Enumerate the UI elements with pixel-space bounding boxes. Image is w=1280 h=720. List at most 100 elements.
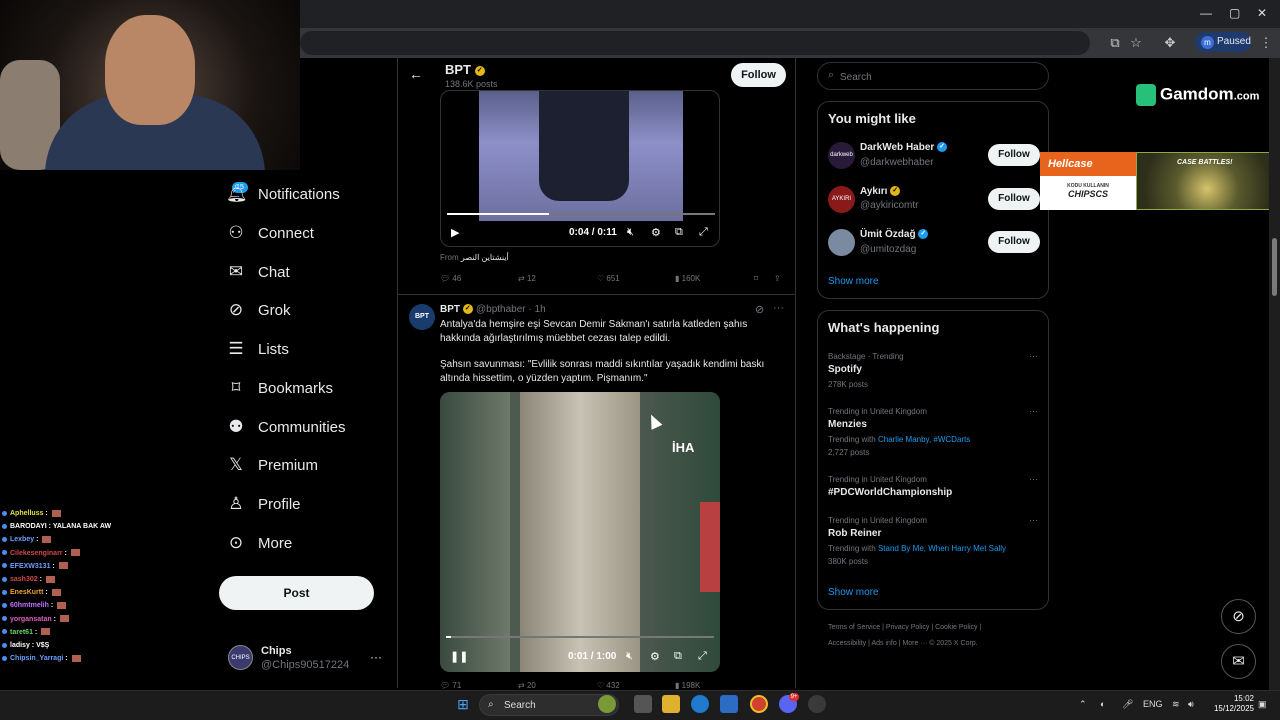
- app-icon[interactable]: [808, 695, 826, 713]
- store-icon[interactable]: [720, 695, 738, 713]
- pip-icon[interactable]: ⧉: [674, 650, 682, 663]
- settings-icon[interactable]: ⚙: [651, 226, 661, 239]
- volume-icon[interactable]: 🔊︎: [1188, 699, 1194, 710]
- mute-icon[interactable]: 🔇︎: [626, 650, 633, 663]
- footer-links[interactable]: Terms of Service | Privacy Policy | Cook…: [828, 624, 981, 631]
- close-window-button[interactable]: ✕: [1257, 6, 1267, 20]
- search-box[interactable]: ⌕: [817, 62, 1049, 90]
- chrome-icon[interactable]: [750, 695, 768, 713]
- bookmark-icon[interactable]: ⌑: [754, 274, 758, 283]
- fullscreen-icon[interactable]: ⤢: [698, 650, 707, 663]
- like-button[interactable]: ♡ 651: [597, 274, 620, 283]
- extensions-icon[interactable]: ✥: [1162, 35, 1178, 51]
- list-icon: ☰: [228, 339, 244, 358]
- messages-fab-icon[interactable]: ✉: [1221, 644, 1256, 679]
- trend-more-icon[interactable]: ···: [1029, 351, 1038, 361]
- settings-icon[interactable]: ⚙: [650, 650, 660, 663]
- suggestion-avatar[interactable]: darkweb: [828, 142, 855, 169]
- fullscreen-icon[interactable]: ⤢: [699, 226, 708, 239]
- views-button[interactable]: ▮ 198K: [675, 681, 700, 690]
- maximize-button[interactable]: ▢: [1229, 6, 1240, 20]
- mute-icon[interactable]: 🔇︎: [627, 226, 634, 239]
- edge-icon[interactable]: [691, 695, 709, 713]
- task-view-icon[interactable]: [634, 695, 652, 713]
- minimize-button[interactable]: —: [1200, 6, 1212, 20]
- system-clock[interactable]: 15:02 15/12/2025: [1206, 694, 1254, 714]
- nav-more[interactable]: ⊙ More: [226, 531, 292, 555]
- header-follow-button[interactable]: Follow: [731, 63, 786, 87]
- account-name[interactable]: Chips: [261, 645, 292, 657]
- follow-button[interactable]: Follow: [988, 188, 1040, 210]
- nav-communities[interactable]: ⚉ Communities: [226, 415, 345, 439]
- video-progress-bar[interactable]: [446, 636, 714, 638]
- profile-button[interactable]: m Paused: [1195, 32, 1251, 52]
- tweet-more-icon[interactable]: ···: [773, 302, 784, 314]
- nav-lists[interactable]: ☰ Lists: [226, 337, 288, 361]
- notifications-center-icon[interactable]: ▣: [1258, 699, 1267, 710]
- wifi-icon[interactable]: ≋: [1172, 699, 1180, 710]
- show-more-link[interactable]: Show more: [828, 276, 879, 287]
- tweet2-video[interactable]: İHA ❚❚ 0:01 / 1:00 🔇︎ ⚙ ⧉ ⤢: [440, 392, 720, 672]
- trend-with-links[interactable]: Stand By Me, When Harry Met Sally: [878, 544, 1006, 553]
- tray-discord-icon[interactable]: ◐: [1100, 699, 1105, 709]
- back-arrow-icon[interactable]: ←: [409, 66, 423, 82]
- reply-button[interactable]: 💬︎ 71: [440, 681, 461, 690]
- account-more-icon[interactable]: ···: [370, 650, 382, 664]
- repost-button[interactable]: ⇄ 20: [518, 681, 536, 690]
- microphone-icon[interactable]: 🎤︎: [1122, 699, 1133, 710]
- share-icon[interactable]: ⇪: [774, 274, 781, 283]
- trend-item[interactable]: Trending in United Kingdom Rob Reiner Tr…: [828, 515, 1040, 568]
- play-icon[interactable]: ▶: [451, 226, 459, 239]
- tweet2-avatar[interactable]: BPT: [409, 304, 435, 330]
- suggestion-avatar[interactable]: AYKIRI: [828, 186, 855, 213]
- windows-start-icon[interactable]: ⊞: [454, 695, 472, 713]
- trend-item[interactable]: Trending in United Kingdom #PDCWorldCham…: [828, 474, 1040, 501]
- weather-icon[interactable]: [598, 695, 616, 713]
- grok-fab-icon[interactable]: ⊘: [1221, 599, 1256, 634]
- pip-icon[interactable]: ⧉: [675, 226, 683, 239]
- account-avatar[interactable]: CHIPS: [228, 645, 253, 670]
- pause-icon[interactable]: ❚❚: [450, 650, 468, 663]
- follow-button[interactable]: Follow: [988, 144, 1040, 166]
- star-bookmark-icon[interactable]: ☆: [1128, 35, 1144, 51]
- reply-button[interactable]: 💬︎ 46: [440, 274, 461, 283]
- scrollbar-thumb[interactable]: [1272, 238, 1277, 296]
- trend-item[interactable]: Trending in United Kingdom Menzies Trend…: [828, 406, 1040, 459]
- post-button[interactable]: Post: [219, 576, 374, 610]
- tweet1-video[interactable]: ▶ 0:04 / 0:11 🔇︎ ⚙ ⧉ ⤢: [440, 90, 720, 247]
- suggestion-name[interactable]: Aykırı ✓: [860, 186, 901, 197]
- follow-button[interactable]: Follow: [988, 231, 1040, 253]
- from-source[interactable]: أينشتاين النصر: [461, 253, 509, 262]
- suggestion-name[interactable]: Ümit Özdağ ✓: [860, 229, 929, 240]
- chrome-menu-icon[interactable]: ⋮: [1258, 35, 1274, 51]
- trend-more-icon[interactable]: ···: [1029, 406, 1038, 416]
- trend-more-icon[interactable]: ···: [1029, 474, 1038, 484]
- show-more-link[interactable]: Show more: [828, 587, 879, 598]
- nav-bookmarks[interactable]: ⌑ Bookmarks: [226, 376, 333, 400]
- nav-grok[interactable]: ⊘ Grok: [226, 298, 291, 322]
- nav-chat[interactable]: ✉ Chat: [226, 260, 290, 284]
- tray-overflow-icon[interactable]: ⌃: [1079, 699, 1087, 710]
- footer-links[interactable]: Accessibility | Ads info | More ··· © 20…: [828, 640, 978, 647]
- repost-button[interactable]: ⇄ 12: [518, 274, 536, 283]
- like-button[interactable]: ♡ 432: [597, 681, 620, 690]
- views-button[interactable]: ▮ 160K: [675, 274, 700, 283]
- search-input[interactable]: [840, 69, 1030, 85]
- video-progress-bar[interactable]: [447, 213, 715, 215]
- scrollbar[interactable]: [1269, 58, 1280, 690]
- language-indicator[interactable]: ENG: [1143, 699, 1163, 709]
- file-explorer-icon[interactable]: [662, 695, 680, 713]
- tweet2-author[interactable]: BPT ✓: [440, 304, 473, 315]
- grok-icon[interactable]: ⊘: [755, 303, 764, 316]
- trend-item[interactable]: Backstage · Trending Spotify 278K posts …: [828, 351, 1040, 391]
- suggestion-name[interactable]: DarkWeb Haber ✓: [860, 142, 948, 153]
- nav-profile[interactable]: ♙ Profile: [226, 492, 300, 516]
- nav-premium[interactable]: 𝕏 Premium: [226, 453, 318, 477]
- trend-more-icon[interactable]: ···: [1029, 515, 1038, 525]
- nav-notifications[interactable]: 🔔︎ Notifications: [226, 182, 340, 206]
- trend-with-links[interactable]: Charlie Manby, #WCDarts: [878, 435, 970, 444]
- suggestion-avatar[interactable]: [828, 229, 855, 256]
- address-bar[interactable]: [300, 31, 1090, 55]
- install-app-icon[interactable]: ⧉: [1107, 35, 1123, 51]
- nav-connect[interactable]: ⚇ Connect: [226, 221, 314, 245]
